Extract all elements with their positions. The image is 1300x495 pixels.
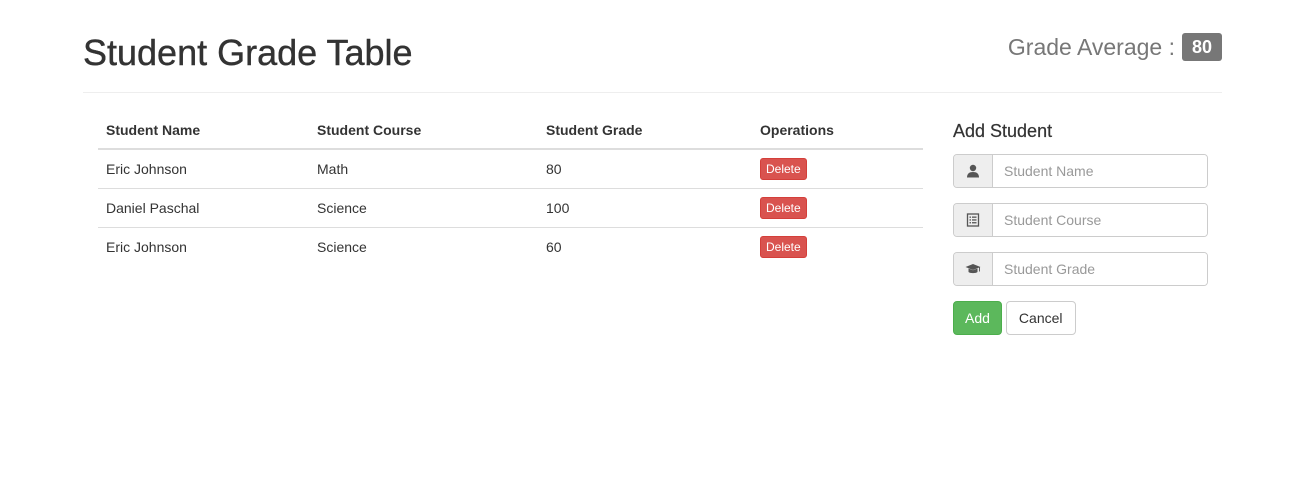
student-grade-cell: 60 <box>546 239 562 255</box>
student-grade-group <box>953 252 1208 286</box>
column-header-student-grade: Student Grade <box>538 111 752 150</box>
page: Student Grade Table Grade Average : 80 S… <box>0 0 1300 495</box>
table-row: Daniel Paschal Science 100 Delete <box>98 188 923 228</box>
student-course-cell: Science <box>309 188 538 228</box>
graduation-cap-icon <box>954 253 993 285</box>
student-name-cell: Eric Johnson <box>106 239 187 255</box>
add-student-form: Add Student Student Name Student Course … <box>953 118 1208 335</box>
student-grade-table: Student Name Student Course Student Grad… <box>98 111 923 266</box>
grade-average-badge: 80 <box>1182 33 1222 61</box>
cancel-button[interactable]: Cancel <box>1005 301 1076 335</box>
operations-cell: Delete <box>752 228 923 267</box>
table-header-row: Student Name Student Course Student Grad… <box>98 111 923 150</box>
table-row: Eric Johnson Science 60 Delete <box>98 228 923 267</box>
column-header-student-course: Student Course <box>309 111 538 150</box>
student-grade-cell: 80 <box>538 149 752 189</box>
student-name-input[interactable] <box>993 155 1207 187</box>
delete-button[interactable]: Delete <box>760 158 807 180</box>
student-grade-input[interactable] <box>993 253 1207 285</box>
list-icon <box>954 204 993 236</box>
grade-average: Grade Average : 80 <box>1008 32 1222 62</box>
student-course-cell: Math <box>309 149 538 189</box>
add-button[interactable]: Add <box>953 301 1002 335</box>
delete-button[interactable]: Delete <box>760 197 807 219</box>
delete-button[interactable]: Delete <box>760 236 807 258</box>
student-name-group <box>953 154 1208 188</box>
form-actions: Add Cancel <box>953 301 1208 335</box>
grade-average-label: Grade Average : <box>1007 34 1175 60</box>
student-course-group <box>953 203 1208 237</box>
column-header-student-name: Student Name <box>98 111 309 150</box>
student-name-cell: Eric Johnson <box>98 149 309 189</box>
column-header-operations: Operations <box>752 111 923 150</box>
table-row: Eric Johnson Math 80 Delete <box>98 149 923 189</box>
operations-cell: Delete <box>752 188 923 228</box>
student-course-cell: Science <box>317 239 367 255</box>
add-student-title: Add Student <box>953 121 1053 141</box>
student-grade-cell: 100 <box>538 188 752 228</box>
student-course-input[interactable] <box>993 204 1207 236</box>
student-name-cell: Daniel Paschal <box>98 188 309 228</box>
user-icon <box>954 155 993 187</box>
operations-cell: Delete <box>752 149 923 189</box>
page-title: Student Grade Table <box>83 32 413 73</box>
page-header: Student Grade Table Grade Average : 80 <box>83 0 1222 93</box>
